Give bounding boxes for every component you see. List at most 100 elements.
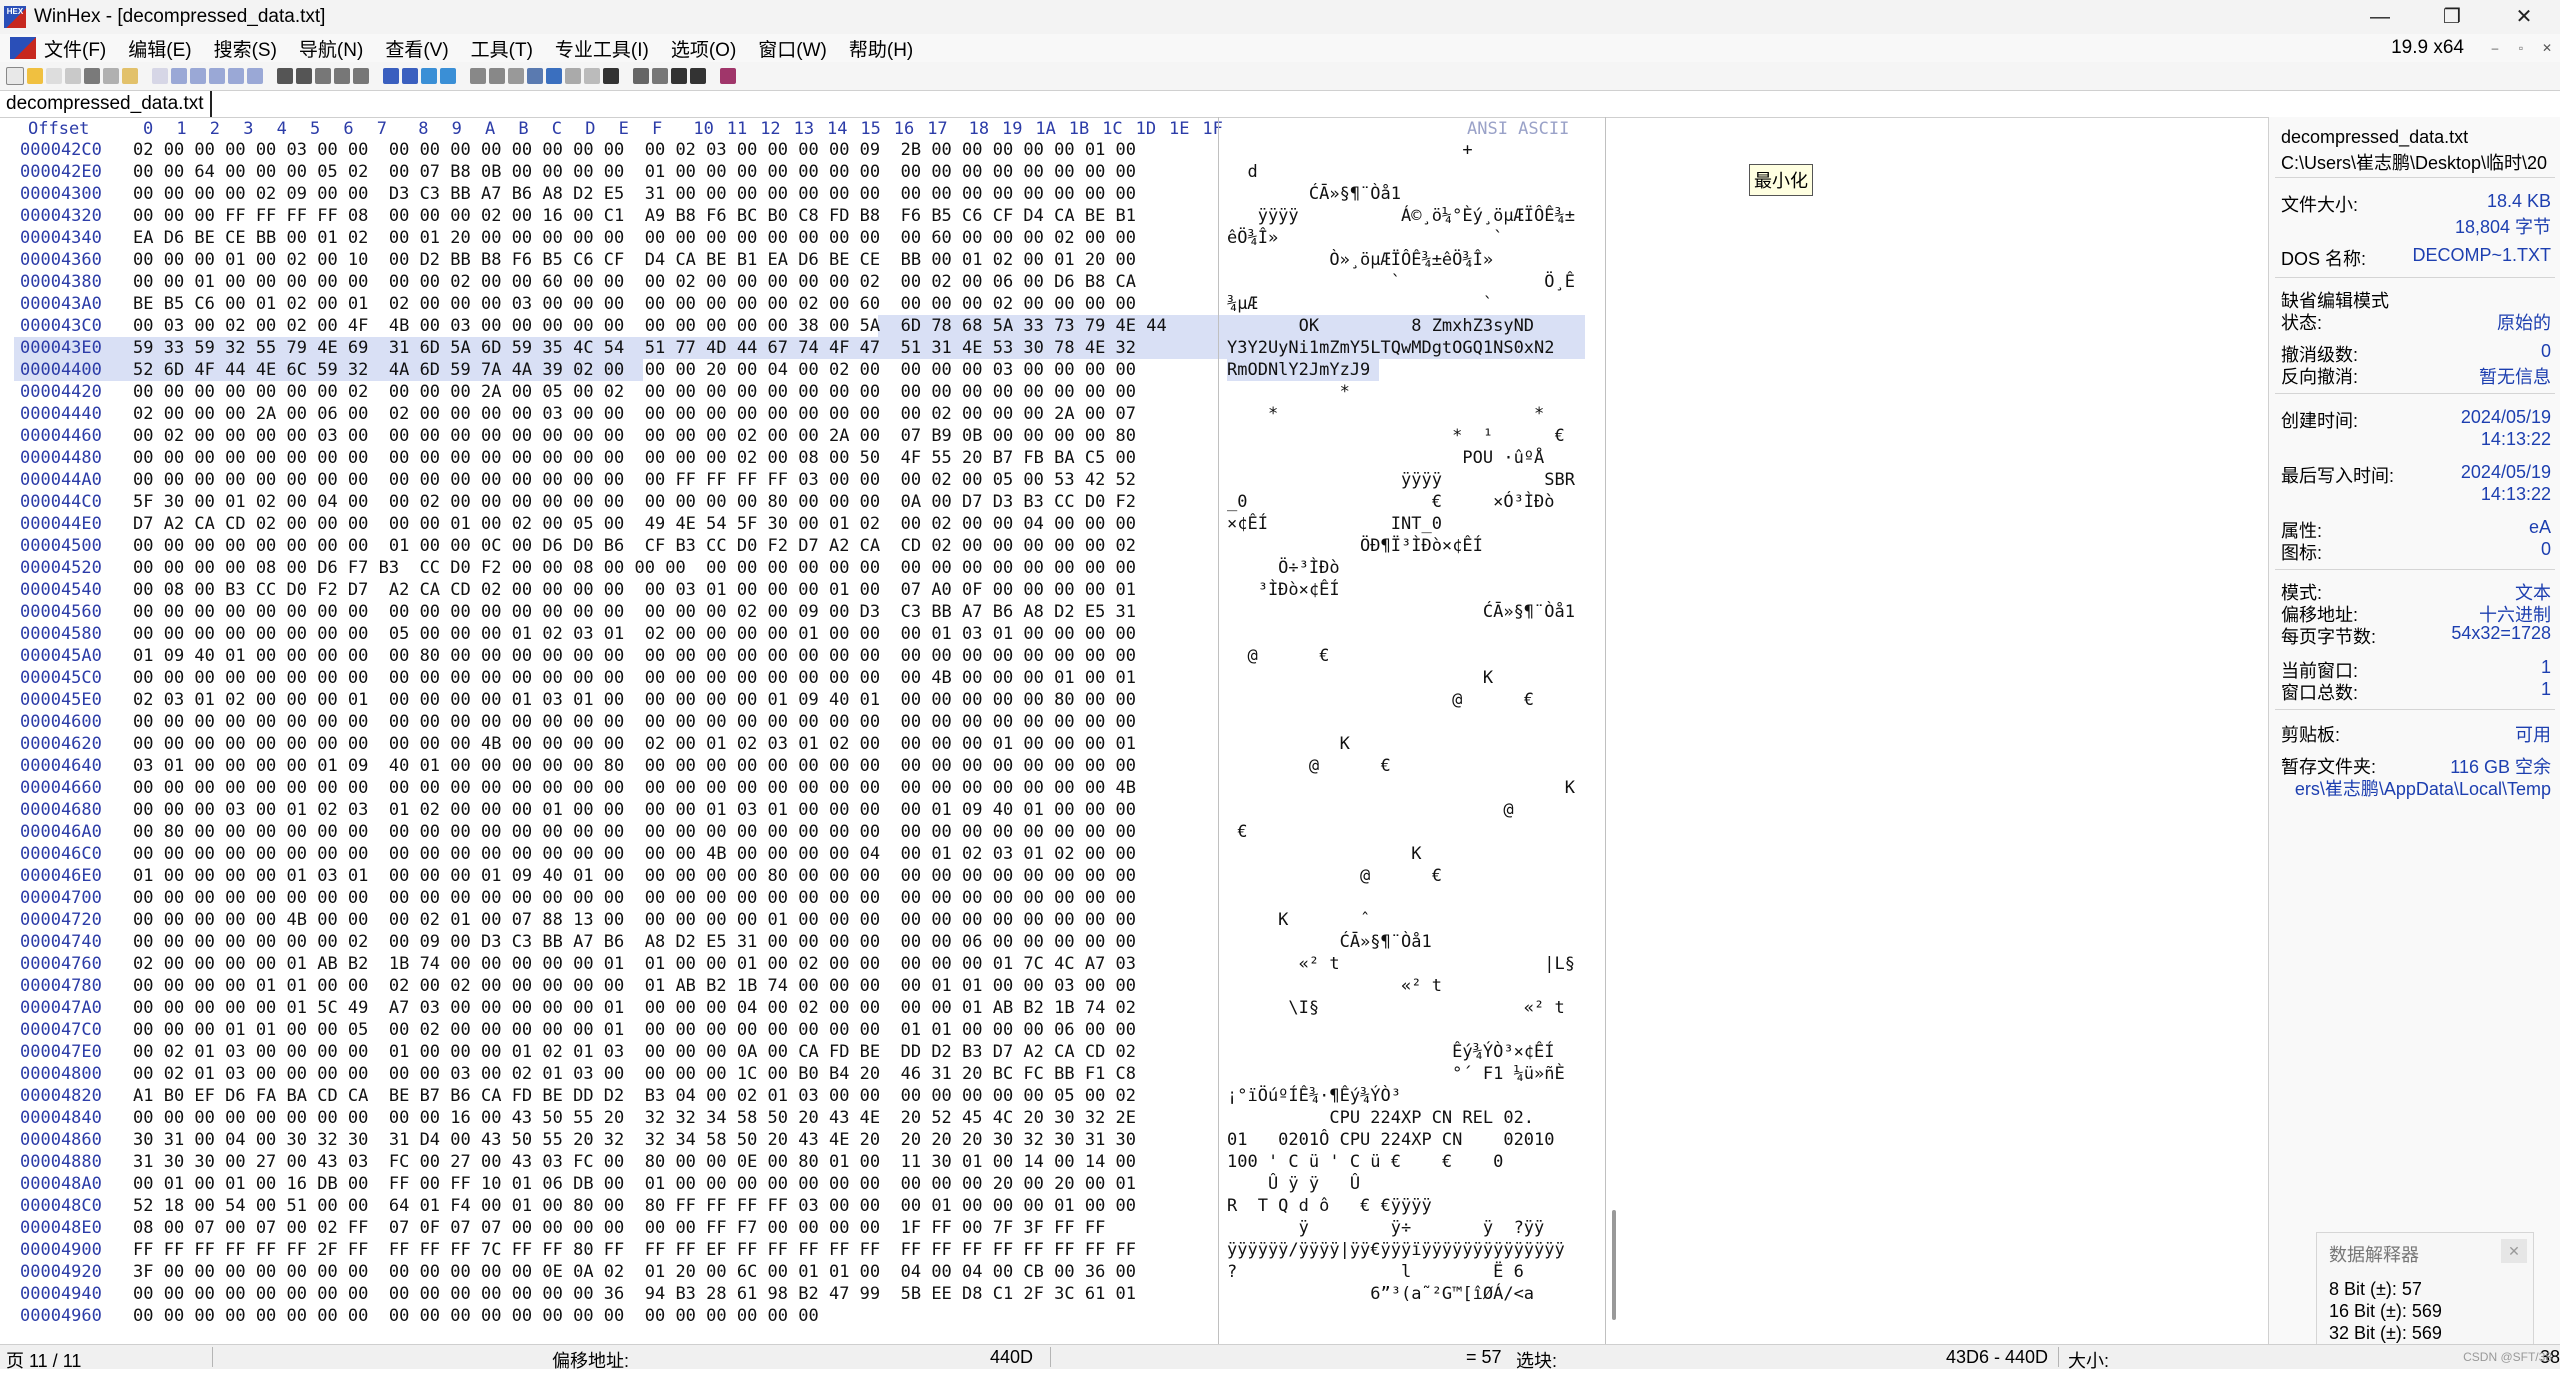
open-disk-icon[interactable]: [489, 68, 505, 84]
hex-row-bytes[interactable]: 00 00 00 01 01 00 00 05 00 02 00 00 00 0…: [133, 1019, 1136, 1041]
hex-row[interactable]: 00004540 00 08 00 B3 CC D0 F2 D7 A2 CA CD…: [0, 579, 1605, 601]
next-icon[interactable]: [690, 68, 706, 84]
hex-row-ascii[interactable]: ÿÿÿÿÿÿ/ÿÿÿÿ|ÿÿ€ÿÿÿïÿÿÿÿÿÿÿÿÿÿÿÿÿÿ: [1227, 1239, 1565, 1261]
paste-write-icon[interactable]: [228, 68, 244, 84]
hex-row[interactable]: 000043A0 BE B5 C6 00 01 02 00 01 02 00 00…: [0, 293, 1605, 315]
hex-row[interactable]: 00004480 00 00 00 00 00 00 00 00 00 00 00…: [0, 447, 1605, 469]
doc-minimize-button[interactable]: –: [2482, 41, 2508, 55]
hex-row[interactable]: 000045E0 02 03 01 02 00 00 00 01 00 00 00…: [0, 689, 1605, 711]
hex-row-bytes[interactable]: BE B5 C6 00 01 02 00 01 02 00 00 00 03 0…: [133, 293, 1136, 315]
hex-row[interactable]: 000044E0 D7 A2 CA CD 02 00 00 00 00 00 01…: [0, 513, 1605, 535]
hex-row-bytes[interactable]: 00 00 64 00 00 00 05 02 00 07 B8 0B 00 0…: [133, 161, 1136, 183]
calculator-icon[interactable]: [527, 68, 543, 84]
hex-row-bytes[interactable]: 31 30 30 00 27 00 43 03 FC 00 27 00 43 0…: [133, 1151, 1136, 1173]
menu-file[interactable]: 文件(F): [44, 35, 106, 62]
hex-row-ascii[interactable]: ¡°ïÖúºÍÊ¾·¶Êý¾ÝÒ³: [1227, 1085, 1555, 1107]
menu-help[interactable]: 帮助(H): [849, 35, 913, 62]
hex-row-ascii[interactable]: OK 8 ZmxhZ3syND: [1227, 315, 1534, 337]
hex-row-ascii[interactable]: CPU 224XP CN REL 02.: [1227, 1107, 1534, 1129]
cut-icon[interactable]: [171, 68, 187, 84]
hex-row-ascii[interactable]: _0 € ×Ó³ÌÐò: [1227, 491, 1555, 513]
hex-row-ascii[interactable]: ¾µÆ `: [1227, 293, 1565, 315]
hex-row-ascii[interactable]: 01 0201Ô CPU 224XP CN 02010: [1227, 1129, 1555, 1151]
hex-row[interactable]: 000046E0 01 00 00 00 00 01 03 01 00 00 00…: [0, 865, 1605, 887]
hex-row-ascii[interactable]: K: [1227, 777, 1575, 799]
hex-row-ascii[interactable]: K: [1227, 843, 1575, 865]
hex-row-ascii[interactable]: [1227, 711, 1575, 733]
hex-row[interactable]: 00004860 30 31 00 04 00 30 32 30 31 D4 00…: [0, 1129, 1605, 1151]
paste-zero-icon[interactable]: [247, 68, 263, 84]
hex-editor-view[interactable]: Offset ANSI ASCII 0 1 2 3 4 5 6 7 8 9 A B C D E F 10 11 12…: [0, 117, 1605, 1353]
hex-row[interactable]: 00004720 00 00 00 00 00 4B 00 00 00 02 01…: [0, 909, 1605, 931]
hex-row-ascii[interactable]: ÿ ÿ÷ ÿ ?ÿÿ: [1227, 1217, 1545, 1239]
menu-window[interactable]: 窗口(W): [758, 35, 827, 62]
hex-row-ascii[interactable]: ÿÿÿÿ SBR: [1227, 469, 1575, 491]
hex-row[interactable]: 00004600 00 00 00 00 00 00 00 00 00 00 00…: [0, 711, 1605, 733]
goto-sector-icon[interactable]: [402, 68, 418, 84]
hex-row[interactable]: 00004740 00 00 00 00 00 00 00 02 00 09 00…: [0, 931, 1605, 953]
hex-row[interactable]: 00004580 00 00 00 00 00 00 00 00 05 00 00…: [0, 623, 1605, 645]
hex-row-bytes[interactable]: 00 00 00 00 00 00 00 00 00 00 00 00 00 0…: [133, 777, 1136, 799]
hex-row-bytes[interactable]: 00 00 00 00 00 00 00 00 00 00 00 00 00 0…: [133, 1283, 1136, 1305]
hex-row[interactable]: 00004300 00 00 00 00 02 09 00 00 D3 C3 BB…: [0, 183, 1605, 205]
menu-pro-tools[interactable]: 专业工具(I): [555, 35, 649, 62]
hex-row-bytes[interactable]: EA D6 BE CE BB 00 01 02 00 01 20 00 00 0…: [133, 227, 1136, 249]
hex-row[interactable]: 00004760 02 00 00 00 00 01 AB B2 1B 74 00…: [0, 953, 1605, 975]
hex-row-ascii[interactable]: @ €: [1227, 689, 1575, 711]
hex-row[interactable]: 000046A0 00 80 00 00 00 00 00 00 00 00 00…: [0, 821, 1605, 843]
hex-row-bytes[interactable]: 02 00 00 00 2A 00 06 00 02 00 00 00 00 0…: [133, 403, 1136, 425]
properties-icon[interactable]: [103, 68, 119, 84]
hex-row[interactable]: 000042E0 00 00 64 00 00 00 05 02 00 07 B8…: [0, 161, 1605, 183]
hex-row[interactable]: 00004920 3F 00 00 00 00 00 00 00 00 00 00…: [0, 1261, 1605, 1283]
hex-row-ascii[interactable]: @ €: [1227, 755, 1575, 777]
doc-close-button[interactable]: ✕: [2534, 41, 2560, 55]
hex-row[interactable]: 00004800 00 02 01 03 00 00 00 00 00 00 03…: [0, 1063, 1605, 1085]
open-folder-icon[interactable]: [27, 68, 43, 84]
hex-row[interactable]: 00004700 00 00 00 00 00 00 00 00 00 00 00…: [0, 887, 1605, 909]
replace-hex-icon[interactable]: [334, 68, 350, 84]
hex-row[interactable]: 00004320 00 00 00 FF FF FF FF 08 00 00 00…: [0, 205, 1605, 227]
hex-row-bytes[interactable]: 3F 00 00 00 00 00 00 00 00 00 00 00 00 0…: [133, 1261, 1136, 1283]
hex-row-bytes[interactable]: 00 00 00 00 00 00 00 00 01 00 00 0C 00 D…: [133, 535, 1136, 557]
help-book-icon[interactable]: [720, 68, 736, 84]
restore-button[interactable]: ❐: [2416, 0, 2488, 34]
hex-row-ascii[interactable]: [1227, 1019, 1575, 1041]
doc-restore-button[interactable]: ▫: [2508, 41, 2534, 55]
hex-row[interactable]: 000048A0 00 01 00 01 00 16 DB 00 FF 00 FF…: [0, 1173, 1605, 1195]
table-icon[interactable]: [584, 68, 600, 84]
save-icon[interactable]: [46, 68, 62, 84]
hex-row-bytes[interactable]: 00 00 00 01 00 02 00 10 00 D2 BB B8 F6 B…: [133, 249, 1136, 271]
hex-row[interactable]: 00004340 EA D6 BE CE BB 00 01 02 00 01 20…: [0, 227, 1605, 249]
hex-row-bytes[interactable]: 52 6D 4F 44 4E 6C 59 32 4A 6D 59 7A 4A 3…: [133, 359, 1136, 381]
hex-row-ascii[interactable]: ĆĀ»§¶¨Òå1: [1227, 183, 1565, 205]
hex-row-bytes[interactable]: 02 00 00 00 00 01 AB B2 1B 74 00 00 00 0…: [133, 953, 1136, 975]
hex-row[interactable]: 000047E0 00 02 01 03 00 00 00 00 01 00 00…: [0, 1041, 1605, 1063]
hex-row-bytes[interactable]: 00 00 00 03 00 01 02 03 01 02 00 00 00 0…: [133, 799, 1136, 821]
hex-row-ascii[interactable]: Ö÷³ÌÐò: [1227, 557, 1575, 579]
hex-row-ascii[interactable]: K: [1227, 667, 1575, 689]
hex-row-bytes[interactable]: 00 00 00 00 00 00 00 00 00 00 16 00 43 5…: [133, 1107, 1136, 1129]
hex-row-bytes[interactable]: 00 00 01 00 00 00 00 00 00 00 02 00 00 6…: [133, 271, 1136, 293]
hex-row[interactable]: 000044C0 5F 30 00 01 02 00 04 00 00 02 00…: [0, 491, 1605, 513]
find-hex-icon[interactable]: [296, 68, 312, 84]
prev-icon[interactable]: [671, 68, 687, 84]
menu-navigation[interactable]: 导航(N): [299, 35, 363, 62]
hex-row-ascii[interactable]: «² t |L§: [1227, 953, 1585, 975]
hex-row[interactable]: 000048C0 52 18 00 54 00 51 00 00 64 01 F4…: [0, 1195, 1605, 1217]
hex-row-bytes[interactable]: FF FF FF FF FF FF 2F FF FF FF FF 7C FF F…: [133, 1239, 1136, 1261]
minimize-button[interactable]: —: [2344, 0, 2416, 34]
save-as-icon[interactable]: [65, 68, 81, 84]
hex-row-bytes[interactable]: 00 00 00 00 00 00 00 00 00 00 00 00 00 0…: [133, 711, 1136, 733]
back-arrow-icon[interactable]: [421, 68, 437, 84]
close-icon[interactable]: ✕: [2501, 1239, 2527, 1263]
hex-row[interactable]: 00004660 00 00 00 00 00 00 00 00 00 00 00…: [0, 777, 1605, 799]
hex-row-ascii[interactable]: +: [1227, 139, 1575, 161]
menu-edit[interactable]: 编辑(E): [128, 35, 191, 62]
hex-row-bytes[interactable]: 00 01 00 01 00 16 DB 00 FF 00 FF 10 01 0…: [133, 1173, 1136, 1195]
hash-icon[interactable]: [565, 68, 581, 84]
hex-row-bytes[interactable]: D7 A2 CA CD 02 00 00 00 00 00 01 00 02 0…: [133, 513, 1136, 535]
document-icon[interactable]: [10, 37, 36, 59]
bytes-per-page-value[interactable]: 54x32=1728: [2451, 623, 2551, 644]
hex-row[interactable]: 00004420 00 00 00 00 00 00 00 02 00 00 00…: [0, 381, 1605, 403]
hex-row[interactable]: 00004520 00 00 00 00 08 00 D6 F7 B3 CC D0…: [0, 557, 1605, 579]
